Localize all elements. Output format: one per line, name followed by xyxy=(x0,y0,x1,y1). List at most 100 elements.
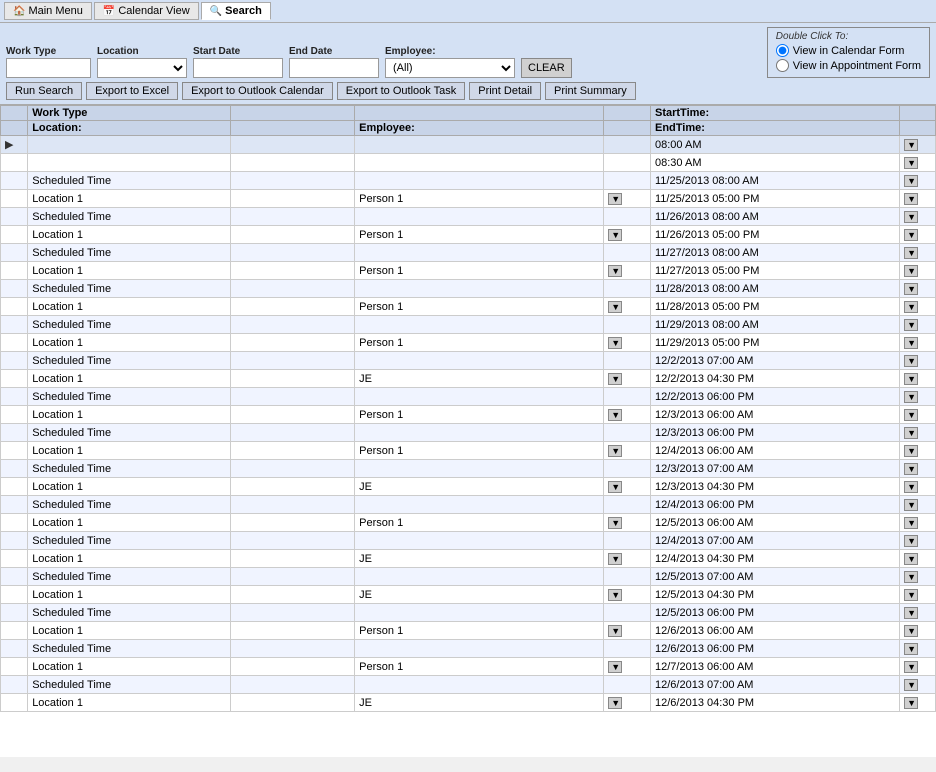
time-dropdown-arrow[interactable]: ▼ xyxy=(904,391,918,403)
radio-calendar[interactable] xyxy=(776,44,789,57)
time-dropdown-arrow-cell[interactable]: ▼ xyxy=(900,208,936,226)
col4-dropdown[interactable]: ▼ xyxy=(604,442,651,460)
time-dropdown-arrow-cell[interactable]: ▼ xyxy=(900,694,936,712)
col4-dropdown[interactable]: ▼ xyxy=(604,190,651,208)
time-dropdown-arrow[interactable]: ▼ xyxy=(904,175,918,187)
time-dropdown-arrow-cell[interactable]: ▼ xyxy=(900,262,936,280)
time-dropdown-arrow-cell[interactable]: ▼ xyxy=(900,550,936,568)
time-dropdown-arrow-cell[interactable]: ▼ xyxy=(900,424,936,442)
time-dropdown-arrow[interactable]: ▼ xyxy=(904,661,918,673)
time-dropdown-arrow[interactable]: ▼ xyxy=(904,283,918,295)
col4-dropdown[interactable]: ▼ xyxy=(604,586,651,604)
col4-dropdown[interactable]: ▼ xyxy=(604,370,651,388)
time-dropdown-arrow[interactable]: ▼ xyxy=(904,517,918,529)
time-dropdown-arrow-cell[interactable]: ▼ xyxy=(900,604,936,622)
col4-dropdown[interactable]: ▼ xyxy=(604,334,651,352)
time-dropdown-arrow-cell[interactable]: ▼ xyxy=(900,334,936,352)
time-dropdown-arrow[interactable]: ▼ xyxy=(904,499,918,511)
time-dropdown-arrow-cell[interactable]: ▼ xyxy=(900,172,936,190)
export-outlook-cal-button[interactable]: Export to Outlook Calendar xyxy=(182,82,333,100)
radio-calendar-row[interactable]: View in Calendar Form xyxy=(776,44,921,57)
time-dropdown-arrow-cell[interactable]: ▼ xyxy=(900,496,936,514)
col4-dropdown[interactable]: ▼ xyxy=(604,694,651,712)
time-dropdown-arrow[interactable]: ▼ xyxy=(904,265,918,277)
col4-dropdown[interactable]: ▼ xyxy=(604,622,651,640)
time-dropdown-arrow-cell[interactable]: ▼ xyxy=(900,298,936,316)
employee-select[interactable]: (All) xyxy=(385,58,515,78)
employee-dropdown-arrow[interactable]: ▼ xyxy=(608,373,622,385)
time-dropdown-arrow-cell[interactable]: ▼ xyxy=(900,406,936,424)
employee-dropdown-arrow[interactable]: ▼ xyxy=(608,697,622,709)
time-dropdown-arrow-cell[interactable]: ▼ xyxy=(900,478,936,496)
time-dropdown-arrow[interactable]: ▼ xyxy=(904,319,918,331)
employee-dropdown-arrow[interactable]: ▼ xyxy=(608,553,622,565)
work-type-input[interactable] xyxy=(6,58,91,78)
time-dropdown-arrow[interactable]: ▼ xyxy=(904,697,918,709)
col4-dropdown[interactable]: ▼ xyxy=(604,658,651,676)
time-dropdown-arrow-cell[interactable]: ▼ xyxy=(900,658,936,676)
time-dropdown-arrow[interactable]: ▼ xyxy=(904,355,918,367)
time-dropdown-arrow-cell[interactable]: ▼ xyxy=(900,316,936,334)
employee-dropdown-arrow[interactable]: ▼ xyxy=(608,661,622,673)
time-dropdown-arrow-cell[interactable]: ▼ xyxy=(900,370,936,388)
tab-search[interactable]: 🔍 Search xyxy=(201,2,271,20)
col4-dropdown[interactable]: ▼ xyxy=(604,298,651,316)
time-dropdown-arrow-cell[interactable]: ▼ xyxy=(900,532,936,550)
employee-dropdown-arrow[interactable]: ▼ xyxy=(608,265,622,277)
time-dropdown-arrow-cell[interactable]: ▼ xyxy=(900,442,936,460)
col4-dropdown[interactable]: ▼ xyxy=(604,226,651,244)
time-dropdown-arrow-cell[interactable]: ▼ xyxy=(900,244,936,262)
time-dropdown-arrow[interactable]: ▼ xyxy=(904,679,918,691)
employee-dropdown-arrow[interactable]: ▼ xyxy=(608,481,622,493)
time-dropdown-arrow[interactable]: ▼ xyxy=(904,481,918,493)
time-dropdown-arrow-cell[interactable]: ▼ xyxy=(900,352,936,370)
employee-dropdown-arrow[interactable]: ▼ xyxy=(608,301,622,313)
time-dropdown-arrow-cell[interactable]: ▼ xyxy=(900,190,936,208)
time-dropdown-arrow[interactable]: ▼ xyxy=(904,247,918,259)
time-dropdown-arrow[interactable]: ▼ xyxy=(904,463,918,475)
time-dropdown-arrow[interactable]: ▼ xyxy=(904,427,918,439)
time-dropdown-arrow[interactable]: ▼ xyxy=(904,625,918,637)
time-dropdown-arrow[interactable]: ▼ xyxy=(904,445,918,457)
radio-appointment[interactable] xyxy=(776,59,789,72)
employee-dropdown-arrow[interactable]: ▼ xyxy=(608,337,622,349)
time-dropdown-arrow-cell[interactable]: ▼ xyxy=(900,226,936,244)
time-dropdown-arrow[interactable]: ▼ xyxy=(904,553,918,565)
time-dropdown-arrow[interactable]: ▼ xyxy=(904,301,918,313)
time-dropdown-arrow[interactable]: ▼ xyxy=(904,193,918,205)
time-dropdown-arrow[interactable]: ▼ xyxy=(904,409,918,421)
time-dropdown-arrow[interactable]: ▼ xyxy=(904,589,918,601)
col4-dropdown[interactable]: ▼ xyxy=(604,478,651,496)
run-search-button[interactable]: Run Search xyxy=(6,82,82,100)
export-excel-button[interactable]: Export to Excel xyxy=(86,82,178,100)
col4-dropdown[interactable]: ▼ xyxy=(604,262,651,280)
tab-main-menu[interactable]: 🏠 Main Menu xyxy=(4,2,92,20)
time-dropdown-arrow-cell[interactable]: ▼ xyxy=(900,640,936,658)
time-dropdown-arrow-cell[interactable]: ▼ xyxy=(900,154,936,172)
employee-dropdown-arrow[interactable]: ▼ xyxy=(608,409,622,421)
time-dropdown-arrow[interactable]: ▼ xyxy=(904,211,918,223)
start-date-input[interactable] xyxy=(193,58,283,78)
time-dropdown-arrow[interactable]: ▼ xyxy=(904,535,918,547)
print-detail-button[interactable]: Print Detail xyxy=(469,82,541,100)
end-date-input[interactable] xyxy=(289,58,379,78)
employee-dropdown-arrow[interactable]: ▼ xyxy=(608,625,622,637)
time-dropdown-arrow-cell[interactable]: ▼ xyxy=(900,514,936,532)
time-dropdown-arrow-cell[interactable]: ▼ xyxy=(900,280,936,298)
print-summary-button[interactable]: Print Summary xyxy=(545,82,636,100)
employee-dropdown-arrow[interactable]: ▼ xyxy=(608,193,622,205)
time-dropdown-arrow-cell[interactable]: ▼ xyxy=(900,622,936,640)
location-select[interactable] xyxy=(97,58,187,78)
tab-calendar-view[interactable]: 📅 Calendar View xyxy=(94,2,199,20)
time-dropdown-arrow-cell[interactable]: ▼ xyxy=(900,460,936,478)
time-dropdown-arrow-cell[interactable]: ▼ xyxy=(900,136,936,154)
time-dropdown-arrow[interactable]: ▼ xyxy=(904,157,918,169)
time-dropdown-arrow-cell[interactable]: ▼ xyxy=(900,586,936,604)
time-dropdown-arrow[interactable]: ▼ xyxy=(904,139,918,151)
clear-button[interactable]: CLEAR xyxy=(521,58,572,78)
employee-dropdown-arrow[interactable]: ▼ xyxy=(608,445,622,457)
time-dropdown-arrow-cell[interactable]: ▼ xyxy=(900,568,936,586)
col4-dropdown[interactable]: ▼ xyxy=(604,406,651,424)
time-dropdown-arrow[interactable]: ▼ xyxy=(904,643,918,655)
employee-dropdown-arrow[interactable]: ▼ xyxy=(608,589,622,601)
